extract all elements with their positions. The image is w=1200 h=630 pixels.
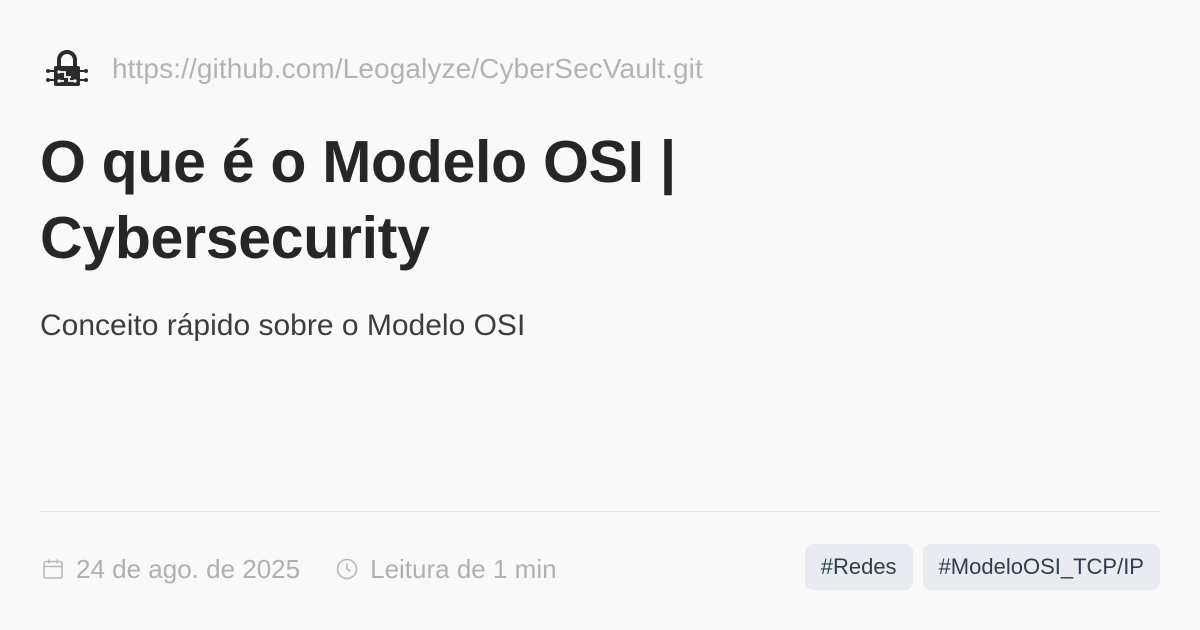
reading-time-text: Leitura de 1 min (370, 553, 557, 584)
reading-time: Leitura de 1 min (334, 553, 557, 585)
tag-redes[interactable]: #Redes (804, 544, 913, 590)
page-title: O que é o Modelo OSI | Cybersecurity (40, 129, 677, 271)
meta-row: 24 de ago. de 2025 Leitura de 1 min (40, 548, 557, 590)
tag-list: #Redes #ModeloOSI_TCP/IP (804, 544, 1160, 590)
site-url[interactable]: https://github.com/Leogalyze/CyberSecVau… (112, 53, 703, 85)
page-subtitle: Conceito rápido sobre o Modelo OSI (40, 309, 526, 342)
site-header: https://github.com/Leogalyze/CyberSecVau… (44, 44, 703, 94)
calendar-icon (40, 556, 66, 582)
lock-circuit-icon (44, 46, 90, 92)
tag-modelo-osi-tcp-ip[interactable]: #ModeloOSI_TCP/IP (922, 544, 1160, 590)
og-preview-card: https://github.com/Leogalyze/CyberSecVau… (0, 0, 1200, 630)
clock-icon (334, 556, 360, 582)
publish-date-text: 24 de ago. de 2025 (76, 553, 301, 584)
publish-date: 24 de ago. de 2025 (40, 554, 300, 585)
divider (40, 511, 1160, 512)
